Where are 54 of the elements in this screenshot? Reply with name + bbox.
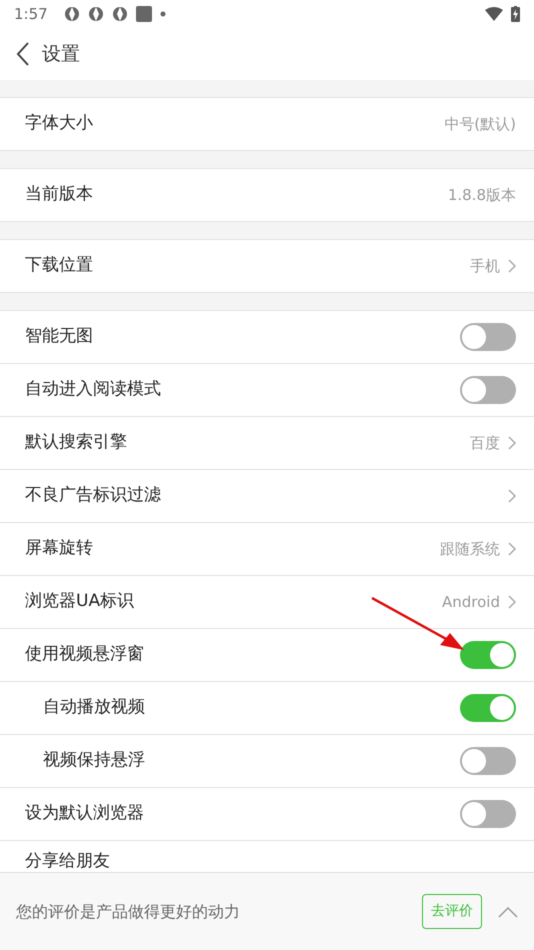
notification-icon (64, 6, 80, 22)
settings-row[interactable]: 分享给朋友 (0, 841, 534, 871)
settings-row[interactable]: 设为默认浏览器 (0, 788, 534, 841)
settings-row[interactable]: 不良广告标识过滤 (0, 470, 534, 523)
row-label: 浏览器UA标识 (25, 590, 134, 614)
row-label: 自动播放视频 (43, 696, 145, 720)
page-title: 设置 (42, 42, 80, 67)
collapse-icon[interactable] (498, 906, 518, 918)
toggle-switch[interactable] (460, 800, 516, 828)
settings-row[interactable]: 智能无图 (0, 311, 534, 364)
row-label: 分享给朋友 (25, 850, 110, 872)
settings-row[interactable]: 屏幕旋转 跟随系统 (0, 523, 534, 576)
chevron-icon (508, 436, 516, 450)
settings-row[interactable]: 自动进入阅读模式 (0, 364, 534, 417)
row-value: 百度 (470, 432, 500, 454)
row-label: 设为默认浏览器 (25, 802, 144, 826)
row-label: 视频保持悬浮 (43, 749, 145, 772)
clock-text: 1:57 (14, 4, 48, 25)
battery-icon (511, 6, 520, 22)
row-value: 1.8.8版本 (448, 184, 516, 206)
chevron-icon (508, 489, 516, 503)
row-value: 中号(默认) (444, 114, 516, 135)
chevron-icon (508, 542, 516, 556)
toggle-switch[interactable] (460, 694, 516, 722)
row-label: 不良广告标识过滤 (25, 484, 161, 508)
notification-icon (88, 6, 104, 22)
toggle-switch[interactable] (460, 323, 516, 351)
row-label: 自动进入阅读模式 (25, 378, 161, 402)
back-icon[interactable] (16, 42, 30, 66)
notification-icon (112, 6, 128, 22)
row-label: 默认搜索引擎 (25, 431, 127, 454)
wifi-icon (485, 7, 503, 21)
row-label: 屏幕旋转 (25, 537, 93, 560)
row-value: Android (442, 592, 500, 613)
toggle-switch[interactable] (460, 641, 516, 669)
row-label: 智能无图 (25, 325, 93, 348)
chevron-icon (508, 595, 516, 609)
chevron-icon (508, 259, 516, 273)
notification-icon (136, 6, 152, 22)
settings-row[interactable]: 视频保持悬浮 (0, 735, 534, 788)
rating-message: 您的评价是产品做得更好的动力 (16, 900, 240, 922)
toggle-switch[interactable] (460, 747, 516, 775)
row-value: 跟随系统 (440, 538, 500, 560)
row-label: 当前版本 (25, 183, 93, 206)
settings-row[interactable]: 使用视频悬浮窗 (0, 629, 534, 682)
row-label: 下载位置 (25, 254, 93, 278)
dot-icon (160, 11, 166, 17)
row-label: 字体大小 (25, 112, 93, 136)
toggle-switch[interactable] (460, 376, 516, 404)
settings-row[interactable]: 默认搜索引擎 百度 (0, 417, 534, 470)
settings-row[interactable]: 自动播放视频 (0, 682, 534, 735)
settings-row[interactable]: 浏览器UA标识 Android (0, 576, 534, 629)
row-value: 手机 (470, 256, 500, 277)
row-label: 使用视频悬浮窗 (25, 643, 144, 666)
